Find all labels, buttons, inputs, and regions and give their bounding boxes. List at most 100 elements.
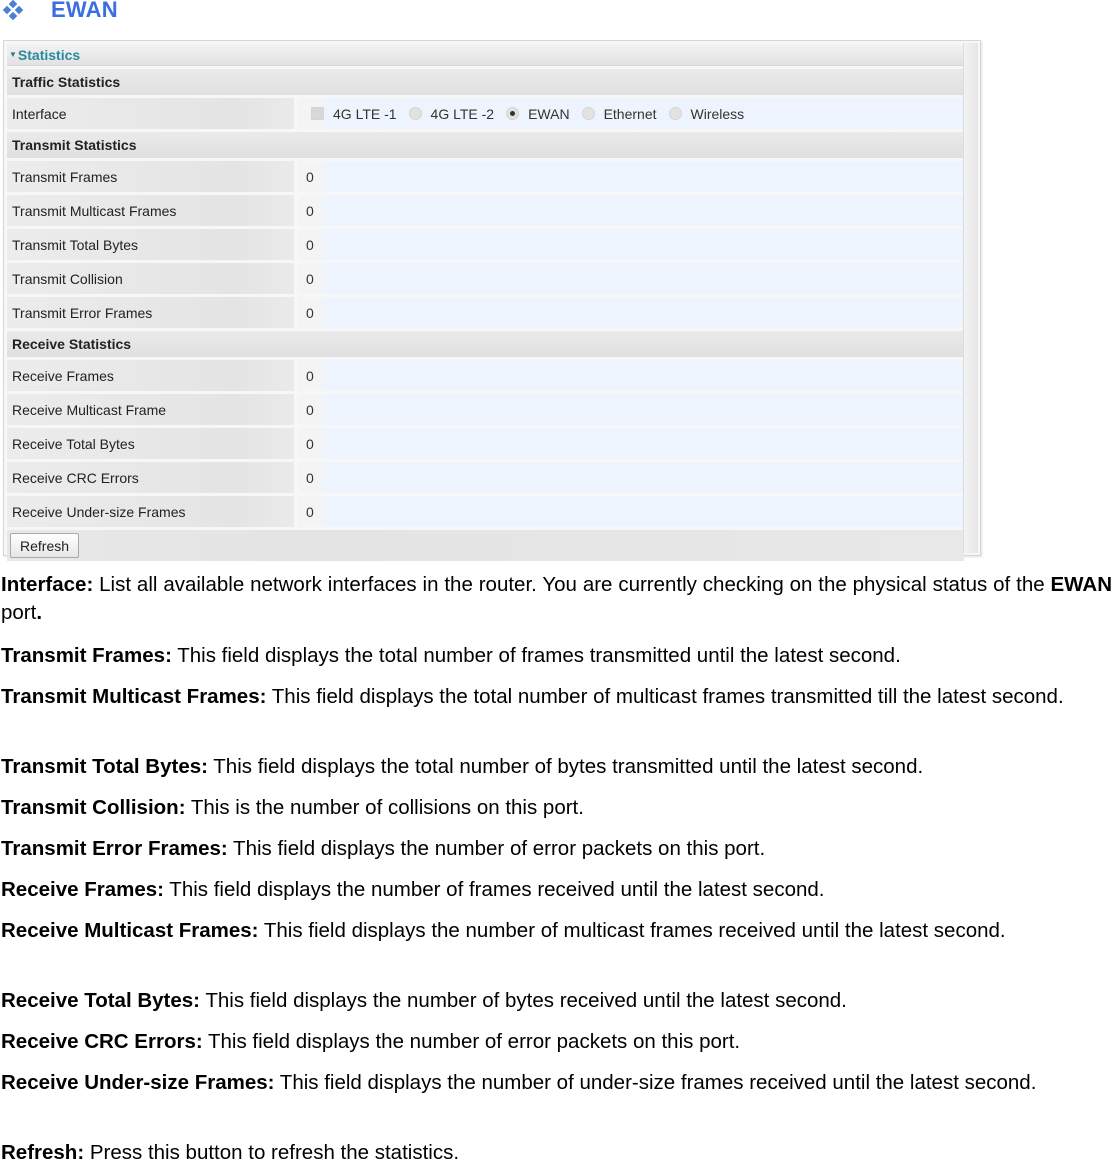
desc-transmit-multicast-frames: Transmit Multicast Frames: This field di… <box>1 683 1112 711</box>
desc-receive-crc-errors: Receive CRC Errors: This field displays … <box>1 1028 1112 1056</box>
section-title: EWAN <box>51 0 118 22</box>
diamond-bullet-icon <box>2 0 24 21</box>
stat-value: 0 <box>299 496 964 527</box>
stat-value: 0 <box>299 229 964 260</box>
desc-term: Transmit Frames: <box>1 644 172 667</box>
radio-option-4g-lte-2[interactable]: 4G LTE -2 <box>408 105 495 122</box>
section-heading: EWAN <box>0 0 118 24</box>
stat-label: Transmit Error Frames <box>7 297 294 328</box>
radio-wireless[interactable] <box>668 107 682 120</box>
desc-text: This field displays the number of under-… <box>274 1071 1037 1094</box>
desc-receive-frames: Receive Frames: This field displays the … <box>1 876 1112 904</box>
desc-transmit-frames: Transmit Frames: This field displays the… <box>1 642 1112 670</box>
panel-footer: Refresh <box>7 530 964 561</box>
desc-text: List all available network interfaces in… <box>93 573 1051 596</box>
statistics-panel: ▼ Statistics Traffic Statistics Interfac… <box>3 40 981 561</box>
table-row: Receive Multicast Frame 0 <box>7 394 964 425</box>
stat-value: 0 <box>299 195 964 226</box>
desc-term: Receive Total Bytes: <box>1 989 201 1012</box>
interface-radio-group: 4G LTE -1 4G LTE -2 EWAN Ethernet Wirele… <box>299 98 964 129</box>
desc-text: port <box>1 601 37 624</box>
panel-header[interactable]: ▼ Statistics <box>7 44 964 66</box>
desc-text: This field displays the total number of … <box>171 644 901 667</box>
desc-text: This field displays the number of multic… <box>258 919 1006 942</box>
desc-term: Transmit Total Bytes: <box>1 755 208 778</box>
desc-text: This is the number of collisions on this… <box>185 796 584 819</box>
radio-4g-lte-1[interactable] <box>311 107 324 120</box>
desc-term-emphasis: EWAN <box>1050 573 1113 596</box>
table-row: Receive Under-size Frames 0 <box>7 496 964 527</box>
desc-text: This field displays the number of error … <box>227 837 766 860</box>
desc-transmit-error-frames: Transmit Error Frames: This field displa… <box>1 835 1112 863</box>
radio-label: Wireless <box>690 105 745 122</box>
radio-option-4g-lte-1[interactable]: 4G LTE -1 <box>311 106 397 122</box>
desc-term: Receive Frames: <box>1 878 164 901</box>
stat-value: 0 <box>299 263 964 294</box>
radio-label: 4G LTE -2 <box>430 105 495 122</box>
panel-title: Statistics <box>17 46 81 63</box>
refresh-button[interactable]: Refresh <box>10 533 80 558</box>
stat-value: 0 <box>299 394 964 425</box>
radio-option-ewan[interactable]: EWAN <box>506 105 570 122</box>
table-row: Receive CRC Errors 0 <box>7 462 964 493</box>
desc-text: This field displays the total number of … <box>207 755 924 778</box>
interface-label: Interface <box>7 98 294 129</box>
transmit-statistics-header: Transmit Statistics <box>7 132 964 158</box>
radio-option-wireless[interactable]: Wireless <box>668 105 745 122</box>
radio-option-ethernet[interactable]: Ethernet <box>581 105 657 122</box>
desc-term: Interface: <box>1 573 94 596</box>
radio-ewan[interactable] <box>506 107 520 120</box>
desc-transmit-total-bytes: Transmit Total Bytes: This field display… <box>1 753 1112 781</box>
desc-term: Receive Multicast Frames: <box>1 919 259 942</box>
table-row: Receive Total Bytes 0 <box>7 428 964 459</box>
table-row: Transmit Collision 0 <box>7 263 964 294</box>
table-row: Transmit Multicast Frames 0 <box>7 195 964 226</box>
desc-receive-under-size-frames: Receive Under-size Frames: This field di… <box>1 1069 1112 1097</box>
radio-label: Ethernet <box>603 105 657 122</box>
interface-row: Interface 4G LTE -1 4G LTE -2 EWAN Ether… <box>7 98 964 129</box>
stat-label: Transmit Collision <box>7 263 294 294</box>
desc-term: Transmit Multicast Frames: <box>1 685 267 708</box>
desc-term: Refresh: <box>1 1141 85 1164</box>
stat-label: Transmit Multicast Frames <box>7 195 294 226</box>
table-row: Receive Frames 0 <box>7 360 964 391</box>
stat-value: 0 <box>299 428 964 459</box>
desc-term: Receive Under-size Frames: <box>1 1071 275 1094</box>
caret-down-icon[interactable]: ▼ <box>9 50 17 59</box>
stat-value: 0 <box>299 462 964 493</box>
stat-label: Receive Under-size Frames <box>7 496 294 527</box>
desc-text: This field displays the total number of … <box>266 685 1064 708</box>
desc-refresh: Refresh: Press this button to refresh th… <box>1 1139 1112 1167</box>
stat-label: Receive Total Bytes <box>7 428 294 459</box>
stat-value: 0 <box>299 161 964 192</box>
stat-label: Receive Multicast Frame <box>7 394 294 425</box>
stat-label: Receive Frames <box>7 360 294 391</box>
stat-value: 0 <box>299 297 964 328</box>
radio-label: 4G LTE -1 <box>333 105 397 122</box>
desc-term: Transmit Collision: <box>1 796 186 819</box>
panel-scrollbar[interactable] <box>963 43 978 553</box>
desc-text: This field displays the number of error … <box>202 1030 741 1053</box>
desc-end: . <box>36 601 43 624</box>
traffic-statistics-header: Traffic Statistics <box>7 69 964 95</box>
table-row: Transmit Error Frames 0 <box>7 297 964 328</box>
radio-ethernet[interactable] <box>581 107 595 120</box>
desc-interface: Interface: List all available network in… <box>1 571 1112 627</box>
desc-text: This field displays the number of bytes … <box>200 989 847 1012</box>
radio-label: EWAN <box>528 105 570 122</box>
table-row: Transmit Frames 0 <box>7 161 964 192</box>
stat-label: Receive CRC Errors <box>7 462 294 493</box>
receive-statistics-header: Receive Statistics <box>7 331 964 357</box>
desc-text: This field displays the number of frames… <box>163 878 825 901</box>
desc-term: Receive CRC Errors: <box>1 1030 203 1053</box>
radio-4g-lte-2[interactable] <box>408 107 422 120</box>
desc-transmit-collision: Transmit Collision: This is the number o… <box>1 794 1112 822</box>
stat-label: Transmit Total Bytes <box>7 229 294 260</box>
stat-value: 0 <box>299 360 964 391</box>
desc-receive-multicast-frames: Receive Multicast Frames: This field dis… <box>1 917 1112 945</box>
table-row: Transmit Total Bytes 0 <box>7 229 964 260</box>
desc-term: Transmit Error Frames: <box>1 837 228 860</box>
stat-label: Transmit Frames <box>7 161 294 192</box>
desc-receive-total-bytes: Receive Total Bytes: This field displays… <box>1 987 1112 1015</box>
desc-text: Press this button to refresh the statist… <box>84 1141 460 1164</box>
